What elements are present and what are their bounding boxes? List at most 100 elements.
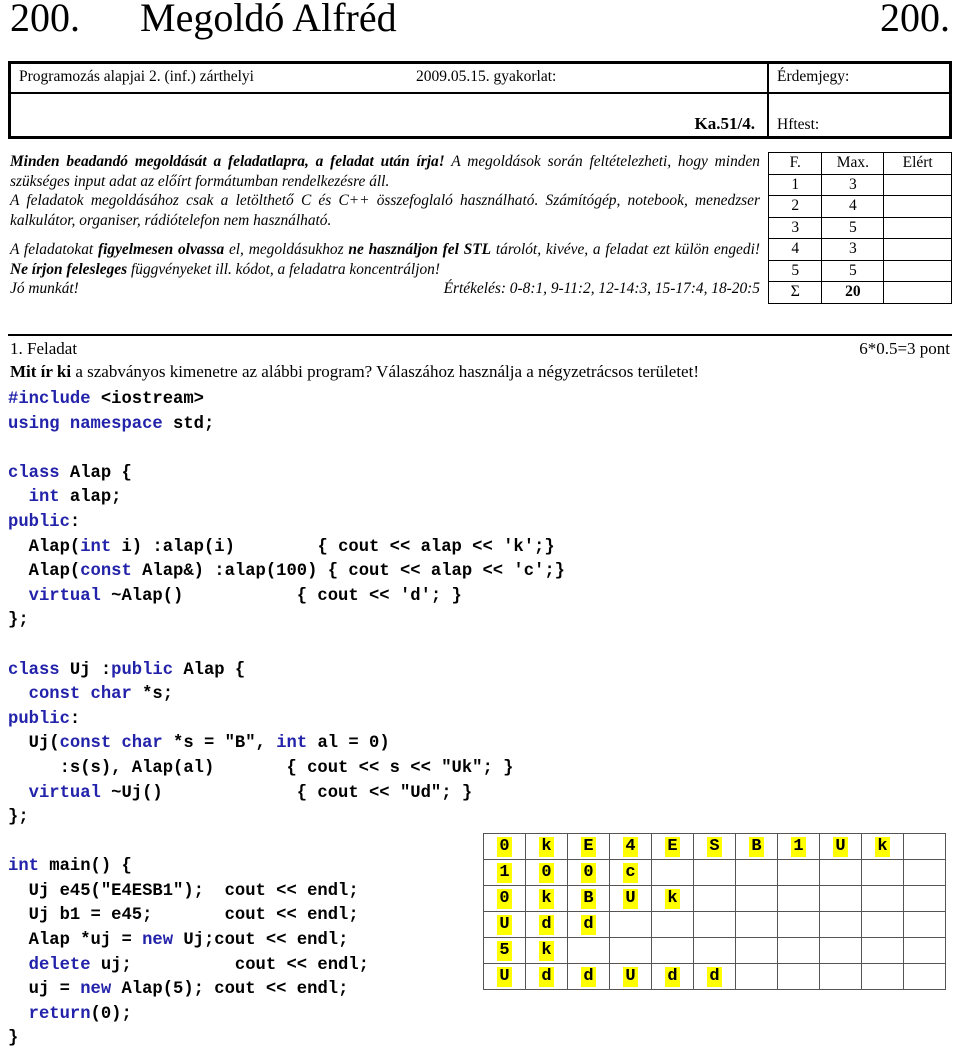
- answer-grid-cell[interactable]: 0: [483, 885, 526, 912]
- answer-grid-cell[interactable]: [861, 859, 904, 886]
- grading-achieved-points[interactable]: [883, 238, 952, 261]
- answer-grid-cell[interactable]: [819, 911, 862, 938]
- header-code-cell: Ka.51/4.: [11, 94, 769, 136]
- answer-grid-cell[interactable]: 0: [525, 859, 568, 886]
- answer-grid-cell[interactable]: [567, 937, 610, 964]
- grading-achieved-points[interactable]: [883, 259, 952, 282]
- code-text: Alap {: [173, 660, 246, 680]
- answer-grid-cell[interactable]: [651, 937, 694, 964]
- code-line: Alap *uj = new Uj;cout << endl;: [8, 929, 565, 954]
- answer-grid-cell[interactable]: B: [735, 833, 778, 860]
- code-keyword: const char: [8, 685, 132, 705]
- grading-header-max: Max.: [821, 152, 885, 175]
- answer-grid-cell[interactable]: [777, 937, 820, 964]
- code-text: Uj(: [8, 734, 60, 754]
- answer-grid-cell[interactable]: 1: [483, 859, 526, 886]
- answer-grid-cell[interactable]: k: [525, 833, 568, 860]
- answer-grid-cell[interactable]: [819, 937, 862, 964]
- answer-grid-char: B: [749, 836, 764, 857]
- grading-task-number: 1: [767, 173, 823, 196]
- answer-grid-cell[interactable]: [861, 911, 904, 938]
- answer-grid-char: 4: [623, 836, 638, 857]
- answer-grid-cell[interactable]: [735, 859, 778, 886]
- answer-grid-cell[interactable]: [903, 859, 946, 886]
- instruction-paragraph-2: A feladatok megoldásához csak a letölthe…: [10, 191, 760, 230]
- answer-grid-cell[interactable]: [651, 911, 694, 938]
- answer-grid-cell[interactable]: [693, 885, 736, 912]
- answer-grid-cell[interactable]: [903, 963, 946, 990]
- answer-grid-cell[interactable]: E: [651, 833, 694, 860]
- answer-grid-char: k: [539, 836, 554, 857]
- answer-grid-cell[interactable]: [777, 859, 820, 886]
- answer-grid-cell[interactable]: [819, 885, 862, 912]
- grading-achieved-points[interactable]: [883, 195, 952, 218]
- answer-grid-char: B: [581, 888, 596, 909]
- answer-grid-cell[interactable]: [903, 885, 946, 912]
- answer-grid-cell[interactable]: E: [567, 833, 610, 860]
- answer-grid-cell[interactable]: c: [609, 859, 652, 886]
- grading-achieved-points[interactable]: [883, 216, 952, 239]
- grading-max-points: 5: [821, 216, 885, 239]
- answer-grid-cell[interactable]: [693, 859, 736, 886]
- answer-grid-cell[interactable]: d: [693, 963, 736, 990]
- instruction-footer-row: Jó munkát! Értékelés: 0-8:1, 9-11:2, 12-…: [10, 279, 760, 299]
- answer-grid-cell[interactable]: [735, 937, 778, 964]
- answer-grid-cell[interactable]: 4: [609, 833, 652, 860]
- answer-grid-cell[interactable]: 1: [777, 833, 820, 860]
- answer-grid-cell[interactable]: [777, 963, 820, 990]
- answer-grid-cell[interactable]: 5: [483, 937, 526, 964]
- answer-grid-cell[interactable]: 0: [483, 833, 526, 860]
- answer-grid-cell[interactable]: [903, 911, 946, 938]
- answer-grid-cell[interactable]: U: [483, 911, 526, 938]
- answer-grid-cell[interactable]: S: [693, 833, 736, 860]
- answer-grid-char: U: [497, 914, 512, 935]
- answer-grid-char: 0: [581, 862, 596, 883]
- answer-grid-cell[interactable]: d: [567, 911, 610, 938]
- answer-grid-cell[interactable]: d: [525, 963, 568, 990]
- answer-grid-cell[interactable]: k: [861, 833, 904, 860]
- answer-grid-cell[interactable]: U: [483, 963, 526, 990]
- answer-grid-cell[interactable]: [693, 937, 736, 964]
- answer-grid-cell[interactable]: [861, 885, 904, 912]
- answer-grid-cell[interactable]: [903, 833, 946, 860]
- answer-grid-cell[interactable]: [609, 911, 652, 938]
- answer-grid[interactable]: 0kE4ESB1Uk100c0kBUkUdd5kUddUdd: [483, 833, 946, 990]
- answer-grid-cell[interactable]: [777, 885, 820, 912]
- answer-grid-cell[interactable]: U: [609, 963, 652, 990]
- answer-grid-cell[interactable]: [819, 963, 862, 990]
- answer-grid-cell[interactable]: [735, 963, 778, 990]
- answer-grid-char: k: [539, 940, 554, 961]
- code-text: *s = "B",: [162, 734, 277, 754]
- grading-header-f: F.: [767, 152, 823, 175]
- task-title: 1. Feladat: [10, 339, 78, 358]
- answer-grid-cell[interactable]: [609, 937, 652, 964]
- header-row-top: Programozás alapjai 2. (inf.) zárthelyi …: [11, 64, 949, 94]
- answer-grid-cell[interactable]: [651, 859, 694, 886]
- answer-grid-cell[interactable]: U: [609, 885, 652, 912]
- answer-grid-cell[interactable]: 0: [567, 859, 610, 886]
- grading-sum-achieved[interactable]: [883, 281, 952, 304]
- answer-grid-cell[interactable]: [777, 911, 820, 938]
- answer-grid-cell[interactable]: [735, 911, 778, 938]
- answer-grid-cell[interactable]: [861, 937, 904, 964]
- code-text: };: [8, 808, 29, 828]
- answer-grid-cell[interactable]: d: [525, 911, 568, 938]
- code-text: Alap&) :alap(100) { cout << alap << 'c';…: [131, 562, 565, 582]
- answer-grid-cell[interactable]: [735, 885, 778, 912]
- grading-achieved-points[interactable]: [883, 173, 952, 196]
- answer-grid-cell[interactable]: [819, 859, 862, 886]
- instructions-block: Minden beadandó megoldását a feladatlapr…: [10, 152, 760, 299]
- answer-grid-cell[interactable]: U: [819, 833, 862, 860]
- answer-grid-cell[interactable]: [693, 911, 736, 938]
- answer-grid-cell[interactable]: B: [567, 885, 610, 912]
- answer-grid-cell[interactable]: k: [651, 885, 694, 912]
- answer-grid-cell[interactable]: k: [525, 937, 568, 964]
- task-question-emphasis: Mit ír ki: [10, 362, 72, 381]
- answer-grid-cell[interactable]: d: [651, 963, 694, 990]
- answer-grid-char: k: [665, 888, 680, 909]
- answer-grid-cell[interactable]: [903, 937, 946, 964]
- answer-grid-cell[interactable]: [861, 963, 904, 990]
- grading-table: F. Max. Elért 1 3 2 4 3 5 4 3 5 5 Σ 20: [767, 152, 952, 304]
- answer-grid-cell[interactable]: d: [567, 963, 610, 990]
- answer-grid-cell[interactable]: k: [525, 885, 568, 912]
